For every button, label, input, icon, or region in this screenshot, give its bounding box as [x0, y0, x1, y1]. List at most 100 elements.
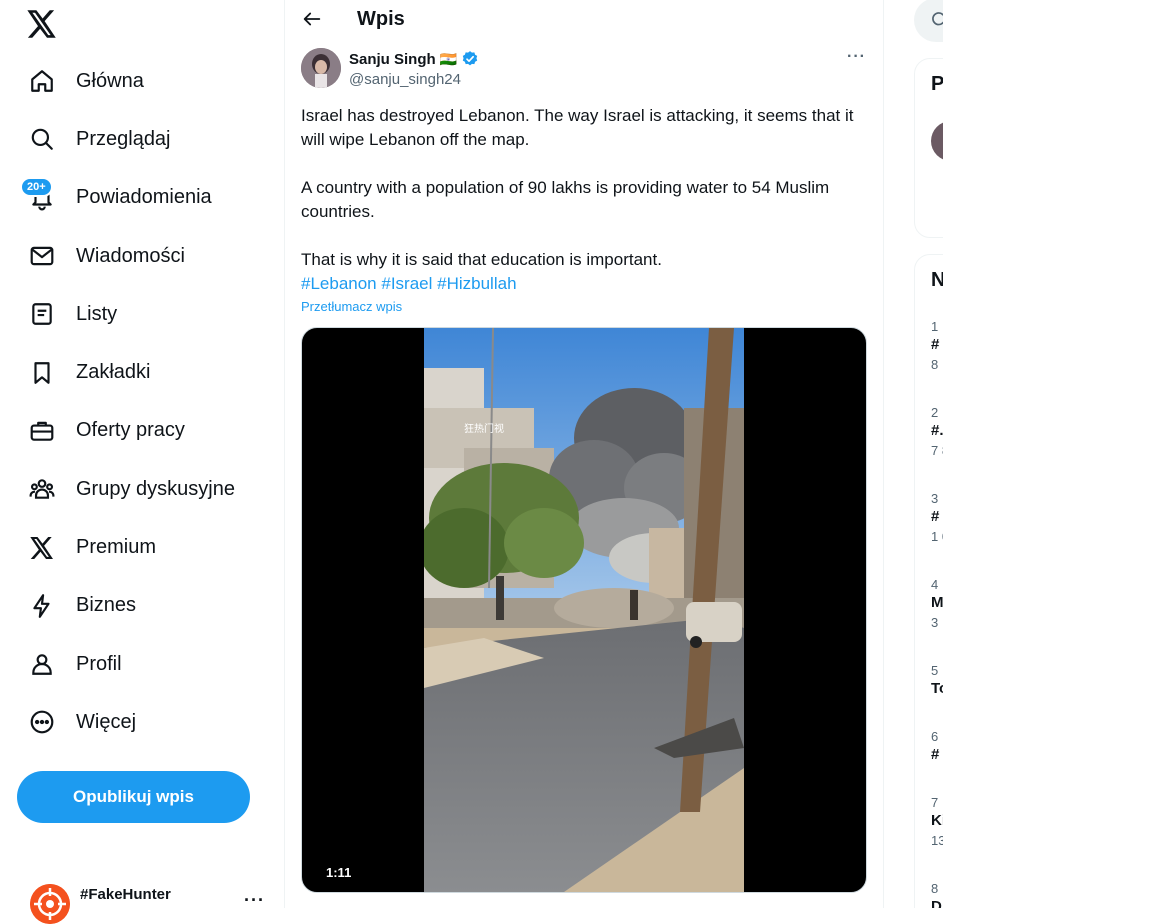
trends-card: N 1 · # 8 2 #. 7 8 3 # 1 0 4 M 3 5 To 6 …	[914, 254, 943, 908]
nav-item-communities[interactable]: Grupy dyskusyjne	[16, 460, 276, 518]
trend-rank: 4	[931, 577, 939, 592]
author-name: Sanju Singh	[349, 50, 436, 68]
trend-title: M	[931, 594, 943, 611]
trend-title: #.	[931, 422, 943, 439]
hashtag-link[interactable]: #Hizbullah	[437, 274, 516, 293]
trend-count: 3	[931, 615, 939, 630]
nav-item-business[interactable]: Biznes	[16, 577, 276, 635]
bookmark-icon	[28, 359, 56, 387]
trend-rank: 5	[931, 663, 939, 678]
search-icon	[28, 125, 56, 153]
trend-count: 8	[931, 357, 939, 372]
post-button[interactable]: Opublikuj wpis	[17, 771, 250, 823]
nav-label: Profil	[76, 652, 122, 675]
trend-rank: 8	[931, 881, 939, 896]
hashtag-link[interactable]: #Lebanon	[301, 274, 377, 293]
nav-item-profile[interactable]: Profil	[16, 635, 276, 693]
bell-icon: 20+	[20, 176, 56, 212]
notification-badge: 20+	[20, 176, 53, 197]
trend-rank: 7	[931, 795, 939, 810]
translate-link[interactable]: Przetłumacz wpis	[301, 299, 402, 314]
list-icon	[28, 300, 56, 328]
author-name-row[interactable]: Sanju Singh 🇮🇳	[349, 50, 479, 68]
trend-title: #	[931, 746, 940, 763]
header: Wpis	[285, 0, 885, 42]
nav-item-premium[interactable]: Premium	[16, 518, 276, 576]
trend-title: #	[931, 336, 940, 353]
nav-item-messages[interactable]: Wiadomości	[16, 227, 276, 285]
nav-item-notifications[interactable]: 20+ Powiadomienia	[16, 169, 276, 227]
profile-icon	[28, 650, 56, 678]
left-sidebar: Główna Przeglądaj 20+ Powiadomienia Wiad…	[0, 0, 284, 924]
tweet-paragraph: Israel has destroyed Lebanon. The way Is…	[301, 106, 854, 149]
hashtag-link[interactable]: #Israel	[381, 274, 432, 293]
nav-label: Więcej	[76, 710, 137, 733]
nav-item-bookmarks[interactable]: Zakładki	[16, 343, 276, 401]
trend-rank: 1 ·	[931, 319, 943, 334]
trend-title: To	[931, 680, 943, 697]
more-circle-icon	[28, 708, 56, 736]
nav-label: Biznes	[76, 594, 137, 617]
video-duration: 1:11	[322, 864, 356, 881]
nav-label: Przeglądaj	[76, 127, 171, 150]
trend-item[interactable]: 2 #. 7 8	[931, 405, 943, 459]
card-title: P	[931, 73, 943, 95]
right-sidebar: P N 1 · # 8 2 #. 7 8 3 # 1 0 4 M 3 5 To	[884, 0, 943, 908]
back-arrow-icon[interactable]	[301, 8, 325, 32]
nav-label: Grupy dyskusyjne	[76, 477, 235, 500]
trend-item[interactable]: 1 · # 8	[931, 319, 943, 373]
nav-label: Wiadomości	[76, 244, 185, 267]
trend-item[interactable]: 8 D	[931, 881, 942, 908]
card-title: N	[931, 269, 943, 291]
video-frame: 狂热门视	[424, 328, 744, 892]
trend-item[interactable]: 5 To	[931, 663, 943, 701]
avatar	[30, 884, 70, 924]
trend-title: #	[931, 508, 940, 525]
nav-item-more[interactable]: Więcej	[16, 693, 276, 751]
trend-item[interactable]: 4 M 3	[931, 577, 943, 631]
nav-item-home[interactable]: Główna	[16, 52, 276, 110]
search-icon	[930, 10, 943, 35]
trend-rank: 3	[931, 491, 939, 506]
trend-title: D	[931, 898, 942, 908]
nav-label: Powiadomienia	[76, 186, 212, 209]
tweet-text: Israel has destroyed Lebanon. The way Is…	[301, 104, 871, 296]
trend-item[interactable]: 6 #	[931, 729, 939, 767]
tweet-paragraph: That is why it is said that education is…	[301, 250, 662, 269]
trend-item[interactable]: 7 Ki 13	[931, 795, 943, 849]
video-watermark: 狂热门视	[464, 422, 504, 435]
mail-icon	[28, 242, 56, 270]
trend-count: 13	[931, 833, 943, 848]
india-flag-icon: 🇮🇳	[439, 50, 458, 67]
briefcase-icon	[28, 417, 56, 445]
nav-label: Oferty pracy	[76, 419, 185, 442]
trend-rank: 6	[931, 729, 939, 744]
verified-badge-icon	[461, 50, 479, 68]
nav-item-explore[interactable]: Przeglądaj	[16, 110, 276, 168]
search-input[interactable]	[914, 0, 943, 42]
author-avatar[interactable]	[301, 48, 341, 88]
main-column: Wpis Sanju Singh 🇮🇳 @sanju_singh24 ··· I…	[284, 0, 884, 908]
hashtags: #Lebanon #Israel #Hizbullah	[301, 272, 871, 296]
x-logo-icon[interactable]	[24, 6, 60, 42]
trend-count: 1 0	[931, 529, 943, 544]
page-title: Wpis	[357, 8, 405, 30]
nav-label: Główna	[76, 69, 144, 92]
author-handle[interactable]: @sanju_singh24	[349, 71, 461, 88]
video-player[interactable]: 狂热门视 1:11	[301, 327, 867, 893]
lightning-icon	[28, 592, 56, 620]
more-icon[interactable]: ···	[847, 48, 866, 66]
trend-item[interactable]: 3 # 1 0	[931, 491, 943, 545]
tweet-paragraph: A country with a population of 90 lakhs …	[301, 178, 830, 221]
account-switcher[interactable]: #FakeHunter ···	[28, 880, 278, 924]
trend-title: Ki	[931, 812, 943, 829]
who-to-follow-card: P	[914, 58, 943, 238]
nav-item-jobs[interactable]: Oferty pracy	[16, 402, 276, 460]
nav-item-lists[interactable]: Listy	[16, 285, 276, 343]
trend-count: 7 8	[931, 443, 943, 458]
nav-label: Premium	[76, 536, 157, 559]
home-icon	[28, 67, 56, 95]
account-name: #FakeHunter	[80, 886, 171, 903]
nav-label: Listy	[76, 302, 118, 325]
avatar[interactable]	[931, 121, 943, 161]
